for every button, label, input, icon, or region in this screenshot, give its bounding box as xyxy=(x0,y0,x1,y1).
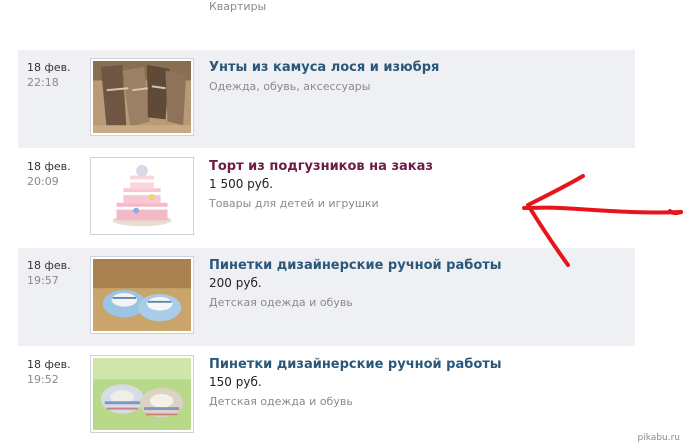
listing-date: 18 фев. xyxy=(27,358,71,371)
listing-date: 18 фев. xyxy=(27,160,71,173)
listing-date: 18 фев. xyxy=(27,61,71,74)
listing-title-link[interactable]: Пинетки дизайнерские ручной работы xyxy=(209,356,502,373)
listing-price: 200 руб. xyxy=(209,276,262,290)
listing-time: 19:52 xyxy=(27,373,59,386)
listing-title-link[interactable]: Пинетки дизайнерские ручной работы xyxy=(209,257,502,274)
multicolor-booties-photo[interactable] xyxy=(90,355,194,433)
previous-listing-category: Квартиры xyxy=(209,0,267,13)
listing-time: 19:57 xyxy=(27,274,59,287)
listing-time: 22:18 xyxy=(27,76,59,89)
listing-item: 18 фев. 22:18 Унты из камуса лося и изюб… xyxy=(18,50,635,148)
watermark: pikabu.ru xyxy=(637,433,680,443)
diaper-cake-photo[interactable] xyxy=(90,157,194,235)
listing-category: Детская одежда и обувь xyxy=(209,296,353,309)
listing-category: Товары для детей и игрушки xyxy=(209,197,379,210)
listing-date: 18 фев. xyxy=(27,259,71,272)
listing-title-link[interactable]: Торт из подгузников на заказ xyxy=(209,158,433,175)
fur-boots-photo[interactable] xyxy=(90,58,194,136)
listing-category: Одежда, обувь, аксессуары xyxy=(209,80,371,93)
listing-item: 18 фев. 19:57 Пинетки дизайнерские ручно… xyxy=(18,248,635,346)
listing-title-link[interactable]: Унты из камуса лося и изюбря xyxy=(209,59,439,76)
listing-item: 18 фев. 20:09 Торт из подгузников на зак… xyxy=(18,149,635,247)
blue-booties-photo[interactable] xyxy=(90,256,194,334)
listing-price: 1 500 руб. xyxy=(209,177,274,191)
listing-category: Детская одежда и обувь xyxy=(209,395,353,408)
listing-time: 20:09 xyxy=(27,175,59,188)
listing-item: 18 фев. 19:52 Пинетки дизайнерские ручно… xyxy=(18,347,635,445)
listing-price: 150 руб. xyxy=(209,375,262,389)
